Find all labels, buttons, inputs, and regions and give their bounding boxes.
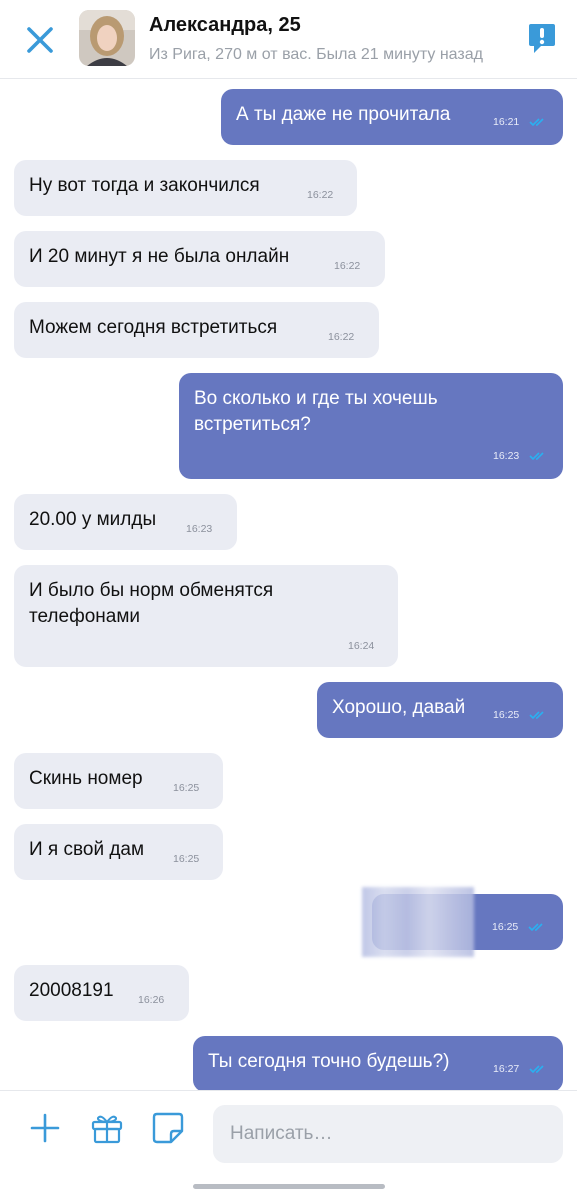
message-input[interactable]: Написать… xyxy=(213,1105,563,1163)
home-indicator xyxy=(193,1184,385,1189)
message-outgoing[interactable]: Во сколько и где ты хочешь встретиться? … xyxy=(179,373,563,479)
message-time: 16:22 xyxy=(307,189,334,201)
message-time: 16:23 xyxy=(186,523,213,535)
message-text: 20.00 у милды xyxy=(29,509,157,530)
message-incoming[interactable]: Ну вот тогда и закончился 16:22 xyxy=(14,160,357,216)
message-outgoing[interactable]: Ты сегодня точно будешь?) 16:27 xyxy=(193,1036,563,1090)
message-input-placeholder: Написать… xyxy=(230,1123,333,1144)
message-incoming[interactable]: И я свой дам 16:25 xyxy=(14,824,223,880)
message-incoming[interactable]: Можем сегодня встретиться 16:22 xyxy=(14,302,379,358)
message-text: Скинь номер xyxy=(29,768,143,789)
message-text: Ты сегодня точно будешь?) xyxy=(208,1051,450,1072)
read-checkmarks-icon xyxy=(529,452,544,461)
gift-icon[interactable] xyxy=(90,1111,124,1145)
close-icon[interactable] xyxy=(22,22,58,58)
message-text: И я свой дам xyxy=(29,839,145,860)
message-text: Хорошо, давай xyxy=(332,697,466,718)
message-text: 20008191 xyxy=(29,980,114,1001)
read-checkmarks-icon xyxy=(529,711,544,720)
message-time: 16:21 xyxy=(493,116,520,128)
read-checkmarks-icon xyxy=(529,118,544,127)
chat-header: Александра, 25 Из Рига, 270 м от вас. Бы… xyxy=(0,0,577,79)
read-checkmarks-icon xyxy=(528,923,543,932)
message-time: 16:25 xyxy=(492,921,519,933)
message-time: 16:23 xyxy=(493,450,520,462)
message-list[interactable]: А ты даже не прочитала 16:21 Ну вот тогд… xyxy=(0,79,577,1090)
read-checkmarks-icon xyxy=(529,1065,544,1074)
contact-status: Из Рига, 270 м от вас. Была 21 минуту на… xyxy=(149,46,483,63)
message-time: 16:27 xyxy=(493,1063,520,1075)
message-text: Ну вот тогда и закончился xyxy=(29,175,260,196)
sticker-icon[interactable] xyxy=(151,1111,185,1145)
message-incoming[interactable]: 20.00 у милды 16:23 xyxy=(14,494,237,550)
message-text: И было бы норм обменятся телефонами xyxy=(29,580,274,627)
message-text: Можем сегодня встретиться xyxy=(29,317,278,338)
plus-icon[interactable] xyxy=(28,1111,62,1145)
message-incoming[interactable]: И 20 минут я не была онлайн 16:22 xyxy=(14,231,385,287)
contact-name[interactable]: Александра, 25 xyxy=(149,14,301,37)
message-time: 16:22 xyxy=(334,260,361,272)
message-outgoing[interactable]: А ты даже не прочитала 16:21 xyxy=(221,89,563,145)
redaction-blur xyxy=(362,887,474,957)
message-text: А ты даже не прочитала xyxy=(236,104,451,125)
message-text: Во сколько и где ты хочешь встретиться? xyxy=(194,388,438,435)
message-time: 16:24 xyxy=(348,640,375,652)
message-outgoing[interactable]: Хорошо, давай 16:25 xyxy=(317,682,563,738)
message-incoming[interactable]: Скинь номер 16:25 xyxy=(14,753,223,809)
report-icon[interactable] xyxy=(527,22,557,56)
message-time: 16:22 xyxy=(328,331,355,343)
message-composer: Написать… xyxy=(0,1090,577,1199)
message-time: 16:25 xyxy=(493,709,520,721)
message-time: 16:25 xyxy=(173,782,200,794)
message-incoming[interactable]: И было бы норм обменятся телефонами 16:2… xyxy=(14,565,398,667)
avatar-photo xyxy=(79,10,135,66)
message-time: 16:26 xyxy=(138,994,165,1006)
message-text: И 20 минут я не была онлайн xyxy=(29,246,290,267)
avatar[interactable] xyxy=(79,10,135,66)
message-incoming[interactable]: 20008191 16:26 xyxy=(14,965,189,1021)
message-time: 16:25 xyxy=(173,853,200,865)
